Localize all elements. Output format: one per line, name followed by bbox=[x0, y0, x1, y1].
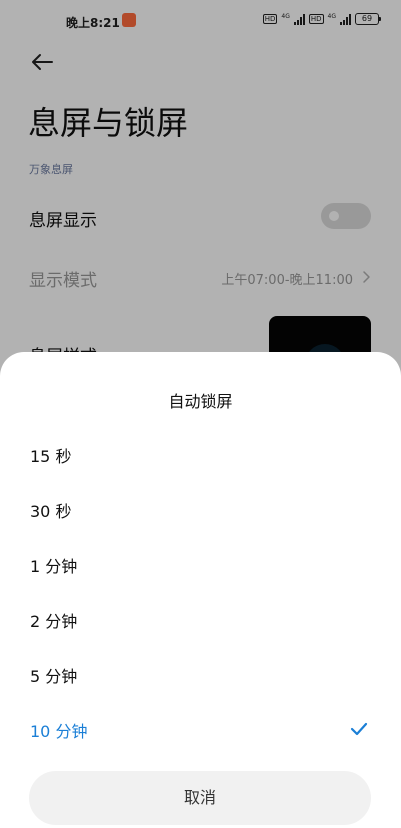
sheet-title: 自动锁屏 bbox=[168, 392, 233, 411]
option-label: 15 秒 bbox=[30, 447, 72, 466]
cancel-button[interactable]: 取消 bbox=[29, 771, 371, 825]
auto-lock-sheet: 自动锁屏 15 秒 30 秒 1 分钟 2 分钟 5 分钟 10 分钟 取消 bbox=[0, 352, 401, 828]
option-label: 1 分钟 bbox=[30, 557, 78, 576]
option-30s[interactable]: 30 秒 bbox=[0, 484, 401, 534]
option-label: 30 秒 bbox=[30, 502, 72, 521]
option-10min[interactable]: 10 分钟 bbox=[0, 704, 401, 754]
option-1min[interactable]: 1 分钟 bbox=[0, 539, 401, 589]
option-label: 10 分钟 bbox=[30, 722, 88, 741]
option-5min[interactable]: 5 分钟 bbox=[0, 649, 401, 699]
option-2min[interactable]: 2 分钟 bbox=[0, 594, 401, 644]
option-label: 5 分钟 bbox=[30, 667, 78, 686]
option-15s[interactable]: 15 秒 bbox=[0, 429, 401, 479]
checkmark-icon bbox=[350, 722, 368, 736]
auto-lock-screen: 晚上8:21 HD 4G HD 4G 69 息屏与锁屏 万象息屏 息屏显示 显示… bbox=[0, 0, 401, 828]
option-label: 2 分钟 bbox=[30, 612, 78, 631]
